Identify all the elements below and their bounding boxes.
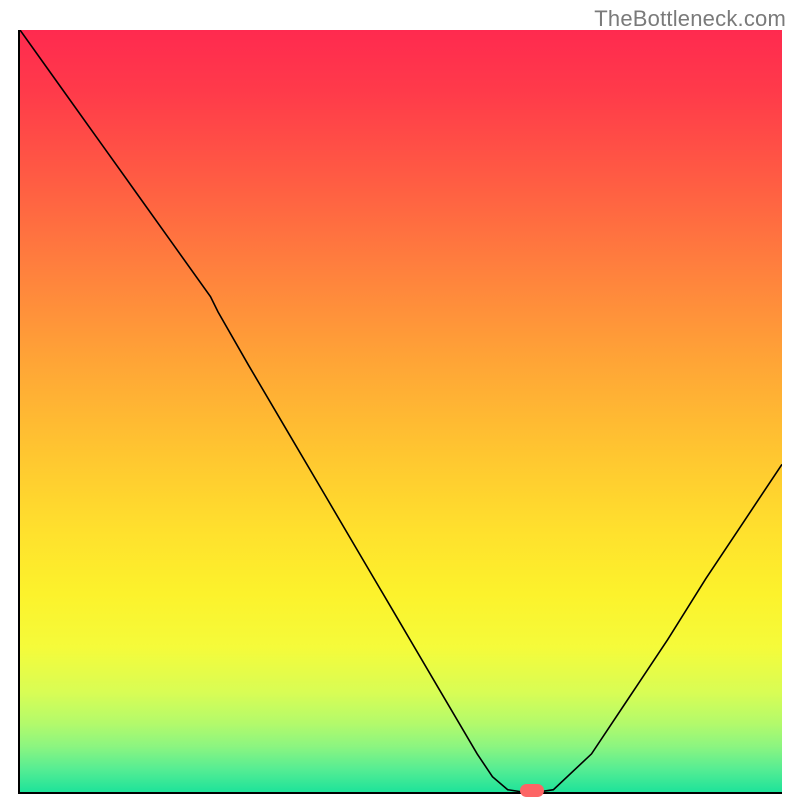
optimum-marker — [520, 784, 544, 797]
watermark-text: TheBottleneck.com — [594, 6, 786, 32]
bottleneck-chart — [18, 30, 782, 794]
bottleneck-curve-path — [20, 30, 782, 792]
bottleneck-curve-svg — [20, 30, 782, 792]
